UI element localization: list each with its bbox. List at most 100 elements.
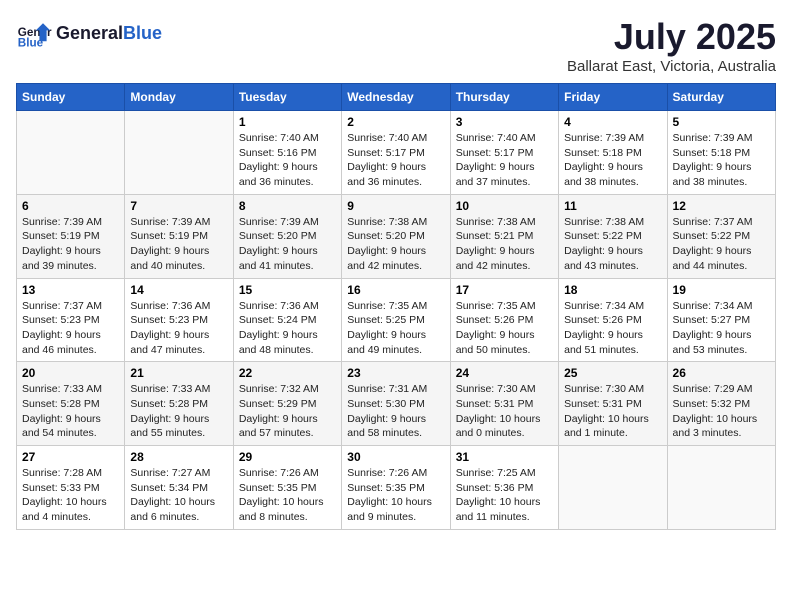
day-header-saturday: Saturday bbox=[667, 84, 775, 111]
day-number: 15 bbox=[239, 283, 336, 297]
day-info: Sunrise: 7:36 AM Sunset: 5:24 PM Dayligh… bbox=[239, 299, 336, 358]
day-number: 30 bbox=[347, 450, 444, 464]
calendar-cell: 13 Sunrise: 7:37 AM Sunset: 5:23 PM Dayli… bbox=[17, 278, 125, 362]
day-info: Sunrise: 7:39 AM Sunset: 5:19 PM Dayligh… bbox=[130, 215, 227, 274]
calendar-cell: 30 Sunrise: 7:26 AM Sunset: 5:35 PM Dayli… bbox=[342, 446, 450, 530]
calendar-cell: 21Sunrise: 7:33 AM Sunset: 5:28 PM Dayli… bbox=[125, 362, 233, 446]
day-info: Sunrise: 7:38 AM Sunset: 5:20 PM Dayligh… bbox=[347, 215, 444, 274]
calendar-cell: 8 Sunrise: 7:39 AM Sunset: 5:20 PM Daylig… bbox=[233, 194, 341, 278]
calendar-cell: 1 Sunrise: 7:40 AM Sunset: 5:16 PM Daylig… bbox=[233, 111, 341, 195]
day-number: 26 bbox=[673, 366, 770, 380]
day-number: 9 bbox=[347, 199, 444, 213]
day-number: 3 bbox=[456, 115, 553, 129]
calendar-cell: 9 Sunrise: 7:38 AM Sunset: 5:20 PM Daylig… bbox=[342, 194, 450, 278]
day-number: 1 bbox=[239, 115, 336, 129]
calendar-cell: 5Sunrise: 7:39 AM Sunset: 5:18 PM Daylig… bbox=[667, 111, 775, 195]
page-header: General Blue GeneralBlue July 2025 Balla… bbox=[16, 16, 776, 75]
day-info: Sunrise: 7:33 AM Sunset: 5:28 PM Dayligh… bbox=[22, 382, 119, 441]
day-info: Sunrise: 7:39 AM Sunset: 5:20 PM Dayligh… bbox=[239, 215, 336, 274]
day-number: 8 bbox=[239, 199, 336, 213]
day-number: 2 bbox=[347, 115, 444, 129]
day-number: 10 bbox=[456, 199, 553, 213]
calendar-cell: 26 Sunrise: 7:29 AM Sunset: 5:32 PM Dayli… bbox=[667, 362, 775, 446]
calendar-cell: 2Sunrise: 7:40 AM Sunset: 5:17 PM Daylig… bbox=[342, 111, 450, 195]
calendar-cell: 22 Sunrise: 7:32 AM Sunset: 5:29 PM Dayli… bbox=[233, 362, 341, 446]
logo-icon: General Blue bbox=[16, 16, 52, 52]
calendar-week-row: 27Sunrise: 7:28 AM Sunset: 5:33 PM Dayli… bbox=[17, 446, 776, 530]
calendar-cell: 14 Sunrise: 7:36 AM Sunset: 5:23 PM Dayli… bbox=[125, 278, 233, 362]
day-number: 12 bbox=[673, 199, 770, 213]
day-number: 14 bbox=[130, 283, 227, 297]
calendar-cell bbox=[125, 111, 233, 195]
day-number: 28 bbox=[130, 450, 227, 464]
calendar-cell: 23Sunrise: 7:31 AM Sunset: 5:30 PM Dayli… bbox=[342, 362, 450, 446]
location-subtitle: Ballarat East, Victoria, Australia bbox=[567, 58, 776, 75]
day-info: Sunrise: 7:36 AM Sunset: 5:23 PM Dayligh… bbox=[130, 299, 227, 358]
day-number: 19 bbox=[673, 283, 770, 297]
calendar-table: SundayMondayTuesdayWednesdayThursdayFrid… bbox=[16, 83, 776, 530]
day-info: Sunrise: 7:26 AM Sunset: 5:35 PM Dayligh… bbox=[239, 466, 336, 525]
day-info: Sunrise: 7:39 AM Sunset: 5:18 PM Dayligh… bbox=[673, 131, 770, 190]
day-info: Sunrise: 7:32 AM Sunset: 5:29 PM Dayligh… bbox=[239, 382, 336, 441]
day-header-friday: Friday bbox=[559, 84, 667, 111]
calendar-week-row: 20 Sunrise: 7:33 AM Sunset: 5:28 PM Dayli… bbox=[17, 362, 776, 446]
calendar-cell: 12 Sunrise: 7:37 AM Sunset: 5:22 PM Dayli… bbox=[667, 194, 775, 278]
calendar-cell: 19 Sunrise: 7:34 AM Sunset: 5:27 PM Dayli… bbox=[667, 278, 775, 362]
day-info: Sunrise: 7:35 AM Sunset: 5:25 PM Dayligh… bbox=[347, 299, 444, 358]
calendar-cell bbox=[17, 111, 125, 195]
day-header-tuesday: Tuesday bbox=[233, 84, 341, 111]
day-info: Sunrise: 7:37 AM Sunset: 5:23 PM Dayligh… bbox=[22, 299, 119, 358]
day-info: Sunrise: 7:37 AM Sunset: 5:22 PM Dayligh… bbox=[673, 215, 770, 274]
day-number: 29 bbox=[239, 450, 336, 464]
day-info: Sunrise: 7:33 AM Sunset: 5:28 PM Dayligh… bbox=[130, 382, 227, 441]
day-info: Sunrise: 7:26 AM Sunset: 5:35 PM Dayligh… bbox=[347, 466, 444, 525]
day-info: Sunrise: 7:34 AM Sunset: 5:26 PM Dayligh… bbox=[564, 299, 661, 358]
calendar-cell: 7Sunrise: 7:39 AM Sunset: 5:19 PM Daylig… bbox=[125, 194, 233, 278]
day-info: Sunrise: 7:39 AM Sunset: 5:18 PM Dayligh… bbox=[564, 131, 661, 190]
day-number: 22 bbox=[239, 366, 336, 380]
month-title: July 2025 bbox=[567, 16, 776, 58]
day-info: Sunrise: 7:40 AM Sunset: 5:17 PM Dayligh… bbox=[456, 131, 553, 190]
calendar-cell: 27Sunrise: 7:28 AM Sunset: 5:33 PM Dayli… bbox=[17, 446, 125, 530]
day-header-monday: Monday bbox=[125, 84, 233, 111]
day-number: 27 bbox=[22, 450, 119, 464]
day-number: 31 bbox=[456, 450, 553, 464]
calendar-cell: 24 Sunrise: 7:30 AM Sunset: 5:31 PM Dayli… bbox=[450, 362, 558, 446]
calendar-cell: 28 Sunrise: 7:27 AM Sunset: 5:34 PM Dayli… bbox=[125, 446, 233, 530]
day-number: 20 bbox=[22, 366, 119, 380]
day-info: Sunrise: 7:35 AM Sunset: 5:26 PM Dayligh… bbox=[456, 299, 553, 358]
calendar-cell: 6Sunrise: 7:39 AM Sunset: 5:19 PM Daylig… bbox=[17, 194, 125, 278]
day-info: Sunrise: 7:34 AM Sunset: 5:27 PM Dayligh… bbox=[673, 299, 770, 358]
day-info: Sunrise: 7:30 AM Sunset: 5:31 PM Dayligh… bbox=[456, 382, 553, 441]
title-block: July 2025 Ballarat East, Victoria, Austr… bbox=[567, 16, 776, 75]
calendar-cell bbox=[559, 446, 667, 530]
calendar-cell: 15 Sunrise: 7:36 AM Sunset: 5:24 PM Dayli… bbox=[233, 278, 341, 362]
day-header-sunday: Sunday bbox=[17, 84, 125, 111]
logo-text: GeneralBlue bbox=[56, 24, 162, 44]
day-info: Sunrise: 7:25 AM Sunset: 5:36 PM Dayligh… bbox=[456, 466, 553, 525]
day-info: Sunrise: 7:38 AM Sunset: 5:22 PM Dayligh… bbox=[564, 215, 661, 274]
day-header-thursday: Thursday bbox=[450, 84, 558, 111]
day-number: 11 bbox=[564, 199, 661, 213]
calendar-cell: 18 Sunrise: 7:34 AM Sunset: 5:26 PM Dayli… bbox=[559, 278, 667, 362]
day-number: 17 bbox=[456, 283, 553, 297]
logo: General Blue GeneralBlue bbox=[16, 16, 162, 52]
day-info: Sunrise: 7:29 AM Sunset: 5:32 PM Dayligh… bbox=[673, 382, 770, 441]
calendar-cell: 10 Sunrise: 7:38 AM Sunset: 5:21 PM Dayli… bbox=[450, 194, 558, 278]
calendar-cell: 20 Sunrise: 7:33 AM Sunset: 5:28 PM Dayli… bbox=[17, 362, 125, 446]
day-number: 24 bbox=[456, 366, 553, 380]
calendar-cell: 4Sunrise: 7:39 AM Sunset: 5:18 PM Daylig… bbox=[559, 111, 667, 195]
day-info: Sunrise: 7:30 AM Sunset: 5:31 PM Dayligh… bbox=[564, 382, 661, 441]
day-info: Sunrise: 7:40 AM Sunset: 5:16 PM Dayligh… bbox=[239, 131, 336, 190]
day-header-wednesday: Wednesday bbox=[342, 84, 450, 111]
calendar-cell: 11 Sunrise: 7:38 AM Sunset: 5:22 PM Dayli… bbox=[559, 194, 667, 278]
day-number: 13 bbox=[22, 283, 119, 297]
day-info: Sunrise: 7:27 AM Sunset: 5:34 PM Dayligh… bbox=[130, 466, 227, 525]
day-number: 6 bbox=[22, 199, 119, 213]
day-info: Sunrise: 7:38 AM Sunset: 5:21 PM Dayligh… bbox=[456, 215, 553, 274]
day-number: 18 bbox=[564, 283, 661, 297]
day-number: 25 bbox=[564, 366, 661, 380]
day-number: 16 bbox=[347, 283, 444, 297]
calendar-cell: 16 Sunrise: 7:35 AM Sunset: 5:25 PM Dayli… bbox=[342, 278, 450, 362]
calendar-cell: 17 Sunrise: 7:35 AM Sunset: 5:26 PM Dayli… bbox=[450, 278, 558, 362]
